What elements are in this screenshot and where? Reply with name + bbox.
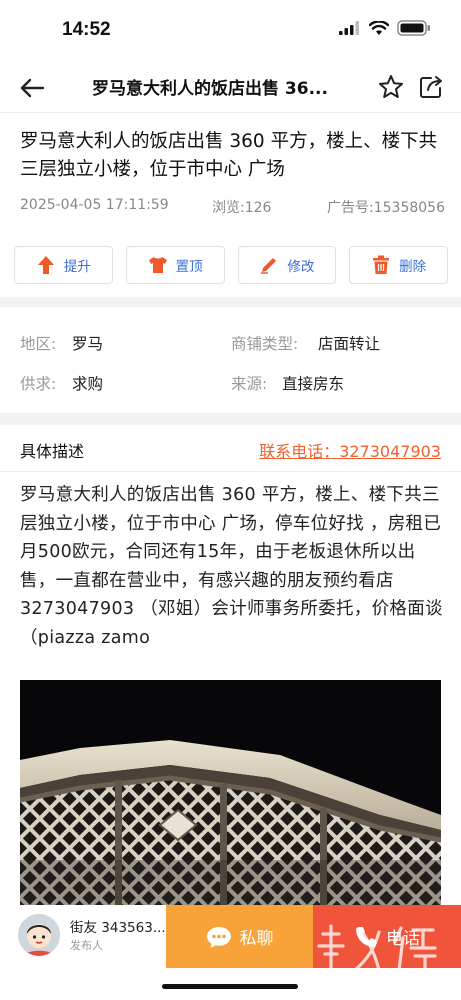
delete-label: 删除 bbox=[399, 259, 427, 275]
shop-type-value: 店面转让 bbox=[318, 335, 381, 353]
supply-value: 求购 bbox=[72, 375, 104, 393]
description-header: 具体描述 联系电话：3273047903 bbox=[0, 425, 461, 472]
region-value: 罗马 bbox=[72, 335, 104, 353]
info-row: 地区: 罗马 商铺类型: 店面转让 bbox=[20, 332, 445, 372]
status-bar: 14:52 bbox=[0, 0, 461, 62]
info-row: 供求: 求购 来源: 直接房东 bbox=[20, 372, 445, 412]
listing-photo[interactable] bbox=[20, 680, 441, 905]
chat-bubble-icon bbox=[206, 926, 231, 948]
section-divider bbox=[0, 413, 461, 425]
battery-icon bbox=[397, 20, 430, 36]
shirt-icon bbox=[148, 255, 168, 275]
avatar[interactable] bbox=[18, 914, 60, 956]
description-text: 罗马意大利人的饭店出售 360 平方，楼上、楼下共三层独立小楼，位于市中心 广场… bbox=[20, 485, 443, 648]
post-meta: 2025-04-05 17:11:59 浏览:126 广告号:15358056 bbox=[20, 197, 445, 219]
home-indicator bbox=[162, 984, 298, 989]
pin-top-label: 置顶 bbox=[175, 259, 203, 275]
publisher-role: 发布人 bbox=[70, 939, 103, 952]
status-icons bbox=[339, 20, 431, 36]
publisher-name[interactable]: 街友 343563... bbox=[70, 916, 166, 936]
wifi-icon bbox=[369, 20, 389, 35]
user-avatar-icon bbox=[18, 914, 60, 956]
nav-bar: 罗马意大利人的饭店出售 36... bbox=[0, 62, 461, 113]
post-ad-number: 广告号:15358056 bbox=[327, 200, 445, 216]
edit-button[interactable]: 修改 bbox=[237, 246, 337, 284]
promote-button[interactable]: 提升 bbox=[14, 246, 113, 284]
watermark-text: HUARENJIE bbox=[372, 980, 447, 991]
back-arrow-icon[interactable] bbox=[18, 74, 46, 102]
delete-button[interactable]: 删除 bbox=[349, 246, 448, 284]
region-label: 地区: bbox=[20, 335, 57, 353]
promote-label: 提升 bbox=[63, 259, 91, 275]
trash-icon bbox=[371, 255, 391, 275]
pencil-icon bbox=[259, 255, 279, 275]
private-chat-button[interactable]: 私聊 bbox=[166, 905, 313, 968]
shop-type-label: 商铺类型: bbox=[231, 335, 299, 353]
source-value: 直接房东 bbox=[282, 375, 345, 393]
post-headline: 罗马意大利人的饭店出售 360 平方，楼上、楼下共三层独立小楼，位于市中心 广场 bbox=[20, 131, 438, 180]
supply-label: 供求: bbox=[20, 375, 57, 393]
post-date: 2025-04-05 17:11:59 bbox=[20, 197, 169, 213]
info-grid: 地区: 罗马 商铺类型: 店面转让 供求: 求购 来源: 直接房东 bbox=[20, 332, 445, 412]
source-label: 来源: bbox=[231, 375, 268, 393]
share-icon[interactable] bbox=[417, 73, 445, 101]
contact-phone-link[interactable]: 联系电话：3273047903 bbox=[259, 438, 441, 462]
arrow-up-icon bbox=[36, 255, 56, 275]
favorite-star-icon[interactable] bbox=[377, 73, 405, 101]
private-chat-label: 私聊 bbox=[239, 929, 274, 949]
action-bar: 提升 置顶 修改 删除 bbox=[14, 246, 448, 284]
post-views: 浏览:126 bbox=[212, 200, 272, 216]
pin-top-button[interactable]: 置顶 bbox=[125, 246, 225, 284]
restaurant-night-image bbox=[20, 680, 441, 905]
edit-label: 修改 bbox=[287, 259, 315, 275]
description-label: 具体描述 bbox=[20, 442, 85, 461]
status-time: 14:52 bbox=[62, 19, 111, 40]
section-divider bbox=[0, 297, 461, 307]
signal-icon bbox=[339, 21, 359, 35]
page-title: 罗马意大利人的饭店出售 36... bbox=[92, 79, 328, 99]
